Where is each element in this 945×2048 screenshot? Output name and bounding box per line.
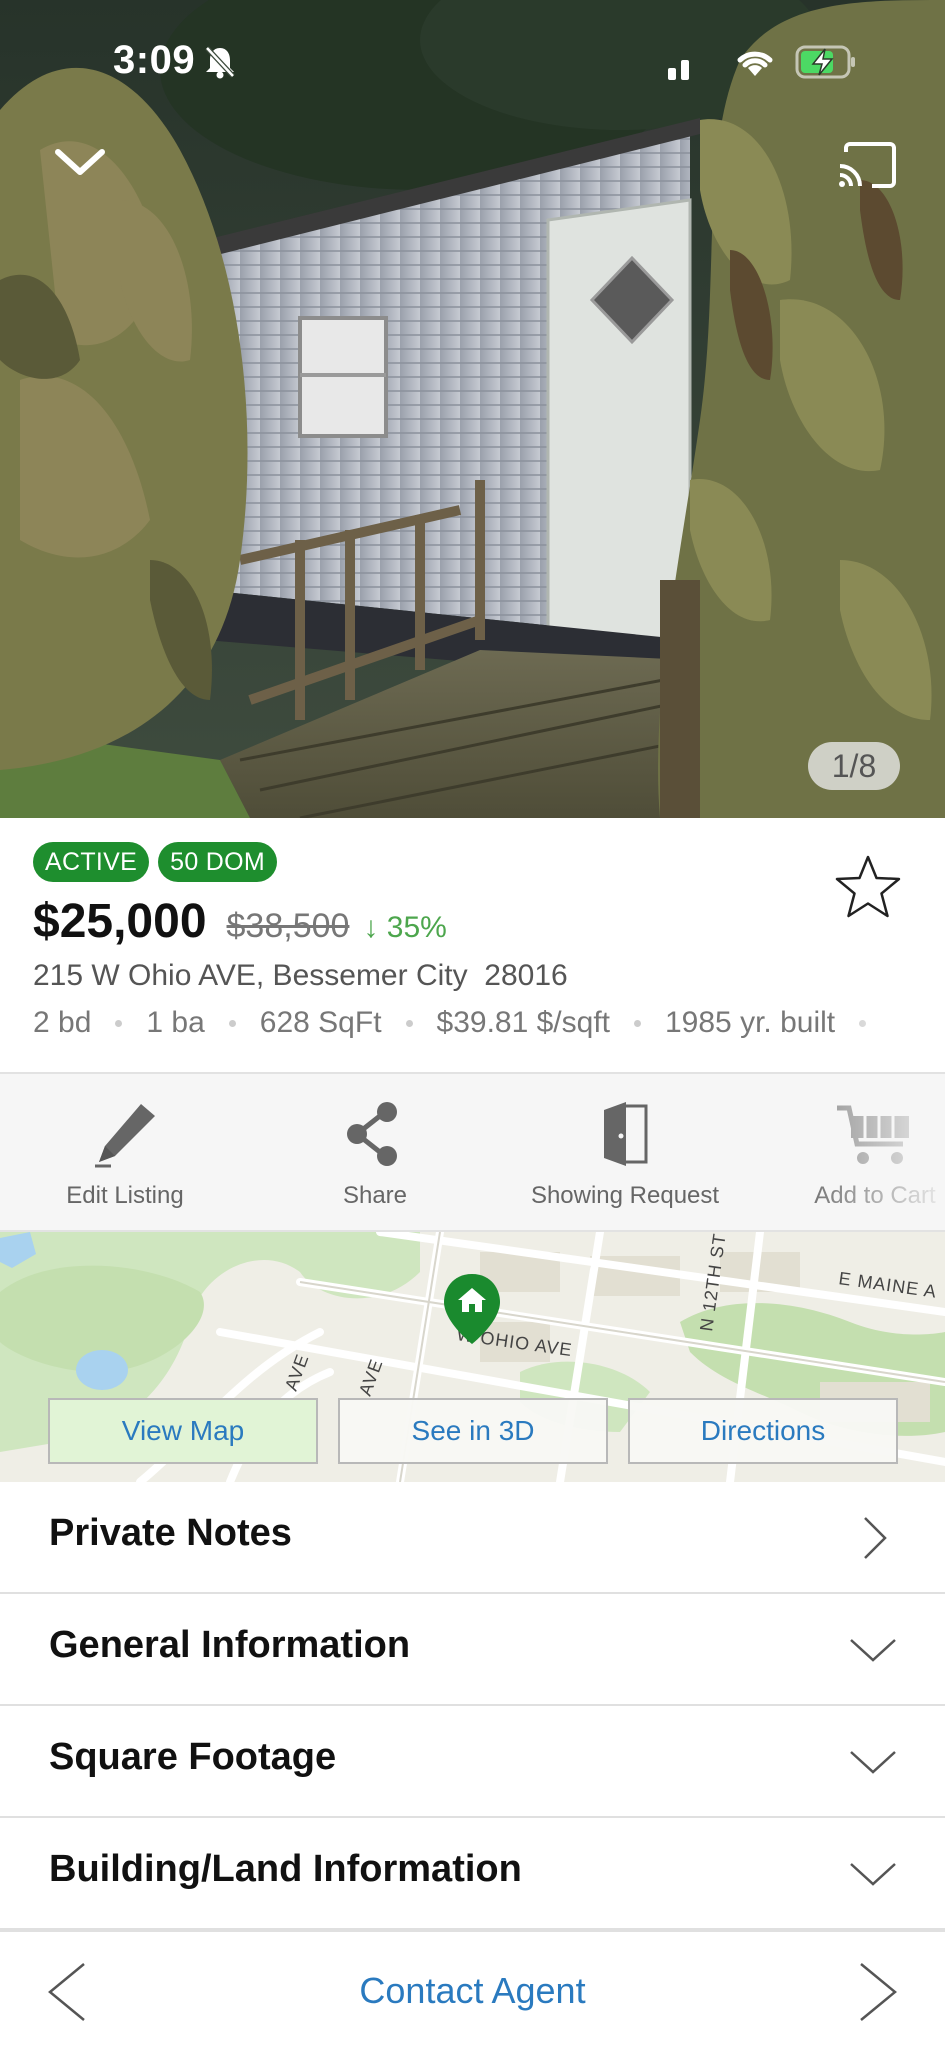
wifi-icon [737, 51, 773, 76]
listing-summary: ACTIVE 50 DOM $25,000 $38,500 ↓ 35% 215 … [0, 818, 945, 1072]
price-change: ↓ 35% [363, 911, 447, 944]
listing-photo[interactable]: 3:09 1/8 [0, 0, 945, 818]
section-general-information[interactable]: General Information [0, 1594, 945, 1706]
house-photo-image [0, 0, 945, 818]
location-map[interactable]: E MAINE A W OHIO AVE N 12TH ST AVE AVE V… [0, 1232, 945, 1482]
silent-bell-icon [205, 46, 235, 79]
fact-separator [115, 1019, 123, 1027]
original-price: $38,500 [226, 907, 350, 945]
battery-charging-icon [795, 45, 855, 79]
section-title: Square Footage [49, 1736, 337, 1778]
section-title: Building/Land Information [49, 1848, 522, 1890]
fact-baths: 1 ba [146, 1006, 205, 1039]
status-badges: ACTIVE 50 DOM [33, 842, 277, 882]
fact-price-per-sqft: $39.81 $/sqft [436, 1006, 610, 1039]
door-icon [604, 1102, 648, 1166]
next-listing-icon[interactable] [857, 1960, 901, 2024]
days-on-market-badge: 50 DOM [158, 842, 277, 882]
cast-icon[interactable] [838, 142, 896, 188]
showing-request-button[interactable]: Showing Request [515, 1100, 735, 1210]
photo-counter: 1/8 [808, 742, 900, 790]
section-building-land-information[interactable]: Building/Land Information [0, 1818, 945, 1930]
chevron-right-icon [864, 1517, 887, 1559]
share-label: Share [342, 1182, 408, 1209]
share-icon [347, 1102, 397, 1166]
status-badge-active: ACTIVE [33, 842, 150, 882]
fact-separator [634, 1019, 641, 1027]
chevron-down-icon [850, 1639, 896, 1662]
edit-listing-label: Edit Listing [66, 1182, 184, 1209]
chevron-down-icon[interactable] [52, 140, 108, 184]
price-row: $25,000 $38,500 ↓ 35% [33, 894, 447, 949]
fact-sqft: 628 SqFt [259, 1006, 382, 1039]
edit-listing-button[interactable]: Edit Listing [15, 1100, 235, 1210]
section-title: Private Notes [49, 1512, 292, 1554]
bottom-nav-bar: Contact Agent [0, 1930, 945, 2048]
fact-year-built: 1985 yr. built [665, 1006, 836, 1039]
fact-beds: 2 bd [33, 1006, 92, 1039]
list-price: $25,000 [33, 895, 207, 948]
chevron-down-icon [850, 1863, 896, 1886]
section-private-notes[interactable]: Private Notes [0, 1482, 945, 1594]
section-square-footage[interactable]: Square Footage [0, 1706, 945, 1818]
contact-agent-button[interactable]: Contact Agent [0, 1970, 945, 2012]
map-buttons: View Map See in 3D Directions [48, 1398, 898, 1464]
directions-button[interactable]: Directions [628, 1398, 898, 1464]
listing-address: 215 W Ohio AVE, Bessemer City 28016 [33, 959, 568, 992]
fact-separator [405, 1019, 413, 1027]
fact-separator [228, 1019, 236, 1027]
share-button[interactable]: Share [265, 1100, 485, 1210]
status-bar: 3:09 [0, 0, 945, 120]
showing-request-label: Showing Request [530, 1182, 720, 1209]
status-time: 3:09 [113, 38, 196, 82]
cellular-signal-icon [668, 60, 689, 80]
favorite-star-icon[interactable] [834, 854, 902, 920]
section-title: General Information [49, 1624, 411, 1666]
facts-fade [835, 998, 945, 1048]
action-bar: Edit Listing Share Showing Request [0, 1072, 945, 1232]
listing-facts: 2 bd 1 ba 628 SqFt $39.81 $/sqft 1985 yr… [33, 1006, 945, 1040]
see-in-3d-button[interactable]: See in 3D [338, 1398, 608, 1464]
actions-fade [795, 1074, 945, 1230]
chevron-down-icon [850, 1751, 896, 1774]
pencil-icon [95, 1104, 155, 1168]
view-map-button[interactable]: View Map [48, 1398, 318, 1464]
detail-sections: Private Notes General Information Square… [0, 1482, 945, 1930]
